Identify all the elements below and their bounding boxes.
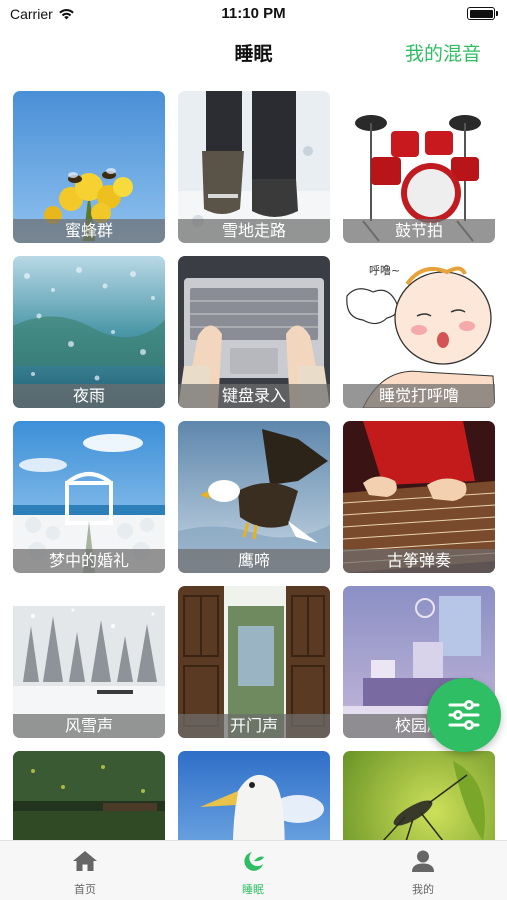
sound-tile-bees[interactable]: 蜜蜂群 bbox=[13, 91, 165, 243]
sound-grid: 蜜蜂群 雪地走路 鼓节拍 夜雨 键盘录入 呼噜~ 睡觉打呼噜 梦中的婚礼 鹰啼 … bbox=[13, 91, 495, 840]
tab-home[interactable]: 首页 bbox=[40, 849, 130, 897]
tile-label: 蜜蜂群 bbox=[13, 219, 165, 243]
sliders-icon bbox=[448, 700, 480, 730]
my-mix-button[interactable]: 我的混音 bbox=[405, 39, 481, 66]
tile-label: 风雪声 bbox=[13, 714, 165, 738]
navigation-bar: 睡眠 我的混音 bbox=[0, 28, 507, 76]
sound-tile-insect[interactable] bbox=[343, 751, 495, 840]
snore-bubble-text: 呼噜~ bbox=[369, 263, 400, 277]
sound-tile-forest[interactable] bbox=[13, 751, 165, 840]
forest-image bbox=[13, 751, 165, 840]
person-icon bbox=[412, 850, 434, 872]
tile-label: 雪地走路 bbox=[178, 219, 330, 243]
battery-icon bbox=[467, 7, 498, 20]
tile-label: 鼓节拍 bbox=[343, 219, 495, 243]
tab-label: 首页 bbox=[74, 883, 96, 896]
tab-label: 睡眠 bbox=[242, 883, 264, 896]
sound-tile-wedding[interactable]: 梦中的婚礼 bbox=[13, 421, 165, 573]
tab-profile[interactable]: 我的 bbox=[378, 849, 468, 897]
sound-tile-seabird[interactable] bbox=[178, 751, 330, 840]
tile-label: 梦中的婚礼 bbox=[13, 549, 165, 573]
sound-tile-snow-walk[interactable]: 雪地走路 bbox=[178, 91, 330, 243]
sound-tile-door[interactable]: 开门声 bbox=[178, 586, 330, 738]
sound-tile-eagle[interactable]: 鹰啼 bbox=[178, 421, 330, 573]
moon-leaf-icon bbox=[244, 852, 264, 871]
tile-label: 鹰啼 bbox=[178, 549, 330, 573]
tile-label: 睡觉打呼噜 bbox=[343, 384, 495, 408]
status-time: 11:10 PM bbox=[221, 5, 286, 22]
tile-label: 夜雨 bbox=[13, 384, 165, 408]
sound-tile-snoring[interactable]: 呼噜~ 睡觉打呼噜 bbox=[343, 256, 495, 408]
sound-tile-drums[interactable]: 鼓节拍 bbox=[343, 91, 495, 243]
sound-tile-wind-snow[interactable]: 风雪声 bbox=[13, 586, 165, 738]
tile-label: 键盘录入 bbox=[178, 384, 330, 408]
mosquito-image bbox=[343, 751, 495, 840]
home-icon bbox=[73, 851, 97, 871]
tab-label: 我的 bbox=[412, 883, 434, 896]
tile-label: 开门声 bbox=[178, 714, 330, 738]
sound-tile-guzheng[interactable]: 古筝弹奏 bbox=[343, 421, 495, 573]
tile-label: 古筝弹奏 bbox=[343, 549, 495, 573]
status-bar: Carrier 11:10 PM bbox=[0, 0, 507, 28]
sound-tile-night-rain[interactable]: 夜雨 bbox=[13, 256, 165, 408]
tab-sleep[interactable]: 睡眠 bbox=[208, 849, 298, 897]
tab-bar: 首页 睡眠 我的 bbox=[0, 840, 507, 900]
seabird-image bbox=[178, 751, 330, 840]
mixer-button[interactable] bbox=[427, 678, 501, 752]
sound-tile-keyboard[interactable]: 键盘录入 bbox=[178, 256, 330, 408]
